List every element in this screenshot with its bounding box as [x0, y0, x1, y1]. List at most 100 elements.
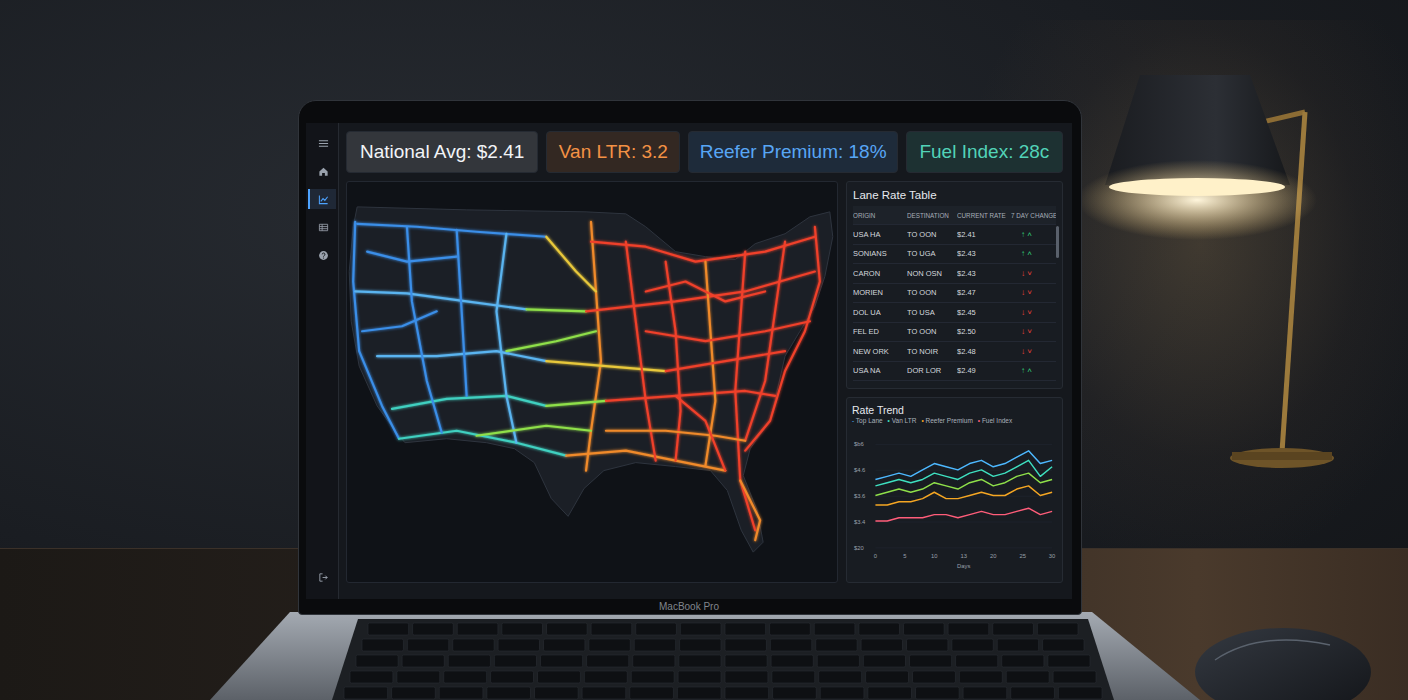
keyboard-key[interactable]: [868, 687, 912, 699]
freight-route[interactable]: [740, 481, 760, 541]
freight-map[interactable]: [346, 181, 838, 583]
table-row[interactable]: NEW ORK TO NOIR $2.48 ↓ ˅: [853, 342, 1056, 362]
freight-route[interactable]: [566, 451, 725, 471]
keyboard-key[interactable]: [913, 671, 956, 683]
freight-route[interactable]: [357, 224, 546, 237]
keyboard-key[interactable]: [963, 687, 1007, 699]
keyboard-key[interactable]: [1043, 639, 1084, 651]
keyboard-key[interactable]: [725, 671, 768, 683]
legend-item[interactable]: • Reefer Premium: [921, 417, 972, 424]
keyboard-key[interactable]: [541, 655, 583, 667]
sidebar-item[interactable]: [308, 133, 336, 153]
keyboard-key[interactable]: [362, 639, 403, 651]
keyboard-key[interactable]: [993, 623, 1034, 635]
sidebar-item[interactable]: [308, 217, 336, 237]
sidebar-item[interactable]: [308, 567, 336, 587]
keyboard-key[interactable]: [535, 687, 579, 699]
keyboard-key[interactable]: [904, 623, 945, 635]
keyboard-key[interactable]: [680, 639, 721, 651]
series-line[interactable]: [875, 486, 1052, 505]
keyboard-key[interactable]: [538, 671, 581, 683]
keyboard-key[interactable]: [439, 687, 483, 699]
keyboard-key[interactable]: [584, 671, 627, 683]
freight-route[interactable]: [546, 401, 606, 406]
freight-route[interactable]: [367, 252, 457, 262]
keyboard-key[interactable]: [997, 639, 1038, 651]
keyboard-key[interactable]: [772, 671, 815, 683]
table-row[interactable]: USA NA DOR LOR $2.49 ↑ ˄: [853, 362, 1056, 382]
keyboard-key[interactable]: [491, 671, 534, 683]
column-header[interactable]: ORIGIN: [853, 212, 907, 219]
keyboard-key[interactable]: [397, 671, 440, 683]
keyboard-key[interactable]: [678, 671, 721, 683]
keyboard-key[interactable]: [630, 687, 674, 699]
keyboard-key[interactable]: [407, 639, 448, 651]
freight-route[interactable]: [646, 282, 765, 302]
keyboard-key[interactable]: [350, 671, 393, 683]
keyboard-key[interactable]: [770, 639, 811, 651]
freight-route[interactable]: [477, 426, 591, 436]
legend-item[interactable]: • Van LTR: [888, 417, 917, 424]
freight-route[interactable]: [606, 431, 745, 441]
keyboard-key[interactable]: [1011, 687, 1055, 699]
keyboard-key[interactable]: [392, 687, 436, 699]
keyboard-key[interactable]: [816, 639, 857, 651]
keyboard-key[interactable]: [820, 687, 864, 699]
keyboard-key[interactable]: [680, 623, 721, 635]
keyboard-key[interactable]: [413, 623, 454, 635]
keyboard-key[interactable]: [866, 671, 909, 683]
freight-route[interactable]: [362, 311, 437, 331]
table-row[interactable]: SONIANS TO UGA $2.43 ↑ ˄: [853, 245, 1056, 265]
series-line[interactable]: [875, 451, 1052, 480]
keyboard-key[interactable]: [1037, 623, 1078, 635]
table-row[interactable]: CARON NON OSN $2.43 ↓ ˅: [853, 264, 1056, 284]
keyboard-key[interactable]: [861, 639, 902, 651]
keyboard-key[interactable]: [725, 687, 769, 699]
table-row[interactable]: FEL ED TO OON $2.50 ↓ ˅: [853, 323, 1056, 343]
keyboard-key[interactable]: [636, 623, 677, 635]
series-line[interactable]: [875, 460, 1052, 486]
series-line[interactable]: [875, 473, 1052, 495]
keyboard-key[interactable]: [589, 639, 630, 651]
keyboard-key[interactable]: [771, 655, 813, 667]
keyboard-key[interactable]: [956, 655, 998, 667]
keyboard-key[interactable]: [448, 655, 490, 667]
keyboard-key[interactable]: [587, 655, 629, 667]
keyboard-key[interactable]: [679, 655, 721, 667]
keyboard-key[interactable]: [402, 655, 444, 667]
keyboard-key[interactable]: [677, 687, 721, 699]
sidebar-item[interactable]: [308, 245, 336, 265]
keyboard-key[interactable]: [1002, 655, 1044, 667]
keyboard-key[interactable]: [859, 623, 900, 635]
freight-route[interactable]: [745, 242, 785, 441]
freight-route[interactable]: [626, 242, 656, 461]
column-header[interactable]: DESTINATION: [907, 212, 957, 219]
freight-route[interactable]: [676, 396, 726, 471]
legend-item[interactable]: - Top Lane: [852, 417, 883, 424]
keyboard-key[interactable]: [819, 671, 862, 683]
keyboard-key[interactable]: [907, 639, 948, 651]
keyboard-key[interactable]: [547, 623, 588, 635]
keyboard-key[interactable]: [544, 639, 585, 651]
sidebar-item[interactable]: [308, 189, 336, 209]
freight-route[interactable]: [457, 230, 467, 396]
keyboard-key[interactable]: [356, 655, 398, 667]
keyboard-key[interactable]: [1048, 655, 1090, 667]
freight-route[interactable]: [526, 309, 586, 311]
keyboard-key[interactable]: [1058, 687, 1102, 699]
column-header[interactable]: 7 DAY CHANGE: [1011, 212, 1056, 219]
keyboard-key[interactable]: [1006, 671, 1049, 683]
keyboard-key[interactable]: [368, 623, 409, 635]
keyboard-key[interactable]: [487, 687, 531, 699]
keyboard-key[interactable]: [910, 655, 952, 667]
keyboard-key[interactable]: [725, 623, 766, 635]
freight-route[interactable]: [745, 227, 820, 451]
keyboard-key[interactable]: [494, 655, 536, 667]
freight-route[interactable]: [355, 291, 526, 309]
keyboard-key[interactable]: [634, 639, 675, 651]
keyboard-key[interactable]: [817, 655, 859, 667]
freight-route[interactable]: [591, 237, 815, 262]
keyboard-key[interactable]: [725, 655, 767, 667]
keyboard-key[interactable]: [444, 671, 487, 683]
freight-route[interactable]: [496, 234, 516, 443]
